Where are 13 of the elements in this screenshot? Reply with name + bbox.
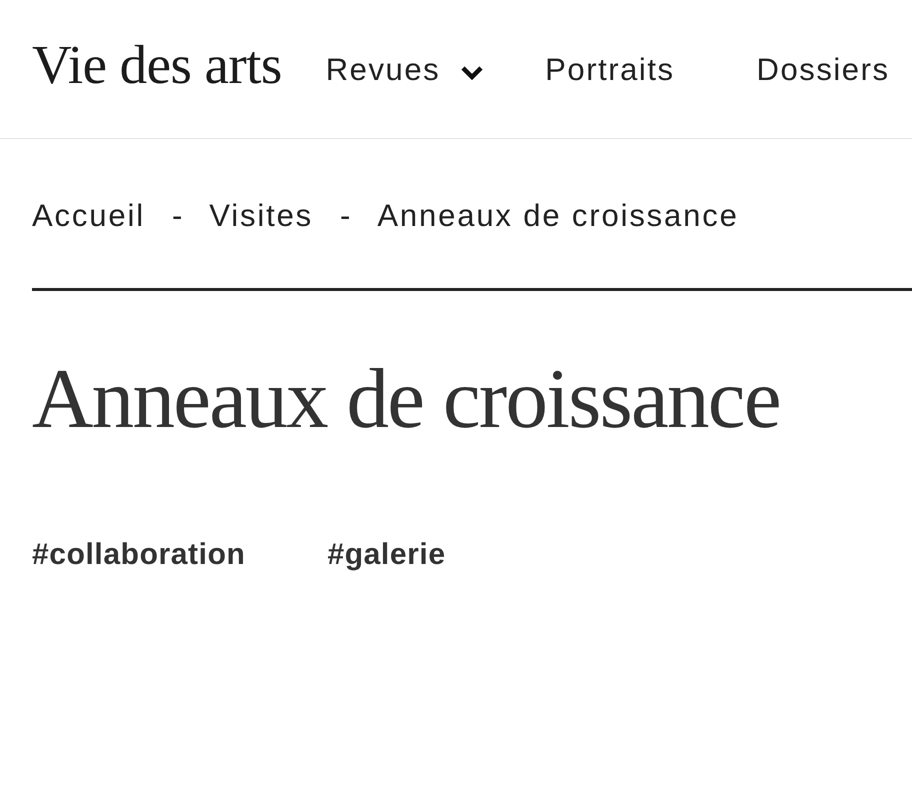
breadcrumb-separator: -	[340, 200, 350, 231]
nav-link[interactable]: Revues	[326, 54, 440, 84]
breadcrumb-link[interactable]: Visites	[209, 200, 314, 231]
breadcrumb-link[interactable]: Accueil	[32, 200, 145, 231]
chevron-down-icon[interactable]	[460, 64, 484, 80]
breadcrumb-current: Anneaux de croissance	[377, 200, 739, 231]
breadcrumb-separator: -	[172, 200, 182, 231]
tag-link[interactable]: #galerie	[327, 540, 446, 570]
tag-link[interactable]: #collaboration	[32, 540, 246, 570]
nav-link[interactable]: Dossiers	[756, 54, 890, 84]
site-logo[interactable]: Vie des arts	[32, 36, 282, 92]
nav-link[interactable]: Portraits	[545, 54, 675, 84]
article-title: Anneaux de croissance	[32, 357, 780, 442]
